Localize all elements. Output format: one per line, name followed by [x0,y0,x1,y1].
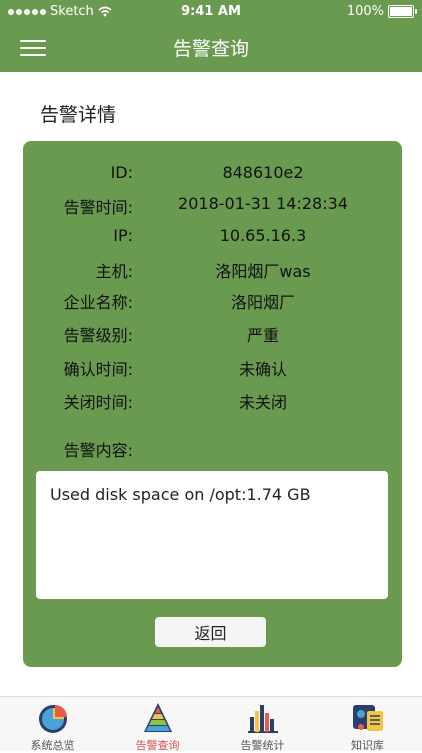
field-value: 洛阳烟厂was [215,262,311,281]
field-row-id: ID: 848610e2 [23,163,402,187]
tab-alarm-query[interactable]: 告警查询 [105,697,210,752]
status-bar: Sketch 9:41 AM 100% [0,0,422,24]
battery-group: 100% [346,4,417,19]
pyramid-icon [144,703,172,732]
field-label: 告警时间: [63,198,133,217]
field-row-confirm-time: 确认时间: 未确认 [23,356,402,380]
alarm-detail-card: ID: 848610e2 告警时间: 2018-01-31 14:28:34 I… [23,141,402,667]
field-value: 848610e2 [222,163,304,182]
section-title: 告警详情 [40,104,117,126]
field-row-close-time: 关闭时间: 未关闭 [23,389,402,413]
pie-chart-icon [39,705,67,733]
field-label: 主机: [95,262,133,281]
knowledge-icon [353,705,383,731]
battery-percent: 100% [346,4,384,19]
tab-knowledge-base[interactable]: 知识库 [315,697,420,752]
app-header: Sketch 9:41 AM 100% 告警查询 [0,0,422,72]
field-label: ID: [110,163,133,182]
field-label: 企业名称: [63,293,133,312]
tab-system-overview[interactable]: 系统总览 [0,697,105,752]
field-row-ip: IP: 10.65.16.3 [23,226,402,250]
bar-chart-icon [248,705,278,733]
field-value: 未关闭 [238,393,287,412]
tab-label: 系统总览 [30,739,75,752]
field-label: IP: [113,226,133,245]
battery-icon [388,5,417,18]
field-row-alarm-time: 告警时间: 2018-01-31 14:28:34 [23,194,402,218]
field-label: 关闭时间: [63,393,133,412]
tab-label: 告警查询 [135,739,180,752]
field-row-level: 告警级别: 严重 [23,322,402,346]
field-value: 未确认 [238,360,287,379]
tab-label: 知识库 [351,739,384,752]
content-label: 告警内容: [63,441,133,460]
field-row-company: 企业名称: 洛阳烟厂 [23,289,402,313]
tab-bar: 系统总览 告警查询 告警统计 知识库 [0,696,422,752]
field-row-host: 主机: 洛阳烟厂was [23,258,402,282]
field-value: 10.65.16.3 [219,226,307,245]
tab-alarm-statistics[interactable]: 告警统计 [210,697,315,752]
back-button[interactable]: 返回 [155,617,266,647]
field-value: 2018-01-31 14:28:34 [178,194,348,213]
field-value: 洛阳烟厂 [230,293,295,312]
tab-label: 告警统计 [240,739,285,752]
page-title: 告警查询 [172,38,249,60]
field-label: 确认时间: [63,360,133,379]
alarm-content-field[interactable]: Used disk space on /opt:1.74 GB [36,471,388,599]
field-label: 告警级别: [63,326,133,345]
field-value: 严重 [246,326,279,345]
